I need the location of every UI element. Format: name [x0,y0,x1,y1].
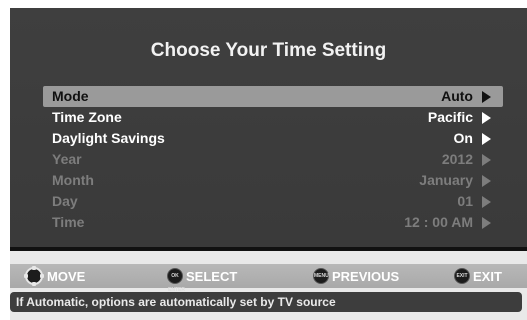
navigation-hint-bar: MOVE OK ENTER SELECT MENU PREVIOUS EXIT … [10,264,527,293]
row-value: Pacific [427,109,473,125]
row-value: January [419,172,473,188]
row-label: Time Zone [52,109,122,125]
nav-hint-exit: EXIT EXIT [454,266,502,286]
row-label: Mode [52,88,89,104]
row-label: Year [52,151,82,167]
row-value: On [453,130,473,146]
ok-button-icon: OK ENTER [167,268,185,293]
menu-row-mode[interactable]: Mode Auto [43,86,503,107]
dpad-icon [24,266,44,286]
row-label: Daylight Savings [52,130,165,146]
right-arrow-icon [482,196,491,208]
row-value: 12 : 00 AM [404,214,473,230]
row-label: Time [52,214,85,230]
menu-row-day: Day 01 [43,191,503,212]
menu-button-icon: MENU [313,268,329,284]
menu-title: Choose Your Time Setting [150,40,387,61]
row-label: Month [52,172,94,188]
right-arrow-icon[interactable] [482,133,491,145]
menu-row-daylight-savings[interactable]: Daylight Savings On [43,128,503,149]
right-arrow-icon[interactable] [482,91,491,103]
nav-hint-label: SELECT [186,268,238,284]
row-label: Day [52,193,78,209]
menu-row-time: Time 12 : 00 AM [43,212,503,233]
row-value: 01 [457,193,473,209]
right-arrow-icon [482,154,491,166]
exit-button-icon: EXIT [454,268,470,284]
time-setting-menu: Choose Your Time Setting Mode Auto Time … [10,8,527,251]
nav-hint-select: OK ENTER SELECT [167,266,238,293]
nav-hint-previous: MENU PREVIOUS [313,266,399,286]
tv-screen: Choose Your Time Setting Mode Auto Time … [10,8,527,320]
nav-hint-label: MOVE [47,268,86,284]
row-value: Auto [441,88,473,104]
row-value: 2012 [441,151,473,167]
menu-row-month: Month January [43,170,503,191]
menu-row-time-zone[interactable]: Time Zone Pacific [43,107,503,128]
nav-hint-move: MOVE [24,266,85,286]
info-message: If Automatic, options are automatically … [10,292,522,312]
menu-row-year: Year 2012 [43,149,503,170]
right-arrow-icon[interactable] [482,112,491,124]
right-arrow-icon [482,175,491,187]
nav-hint-label: PREVIOUS [332,268,400,284]
nav-hint-label: EXIT [473,268,502,284]
menu-list: Mode Auto Time Zone Pacific Daylight Sav… [43,86,503,233]
right-arrow-icon [482,217,491,229]
